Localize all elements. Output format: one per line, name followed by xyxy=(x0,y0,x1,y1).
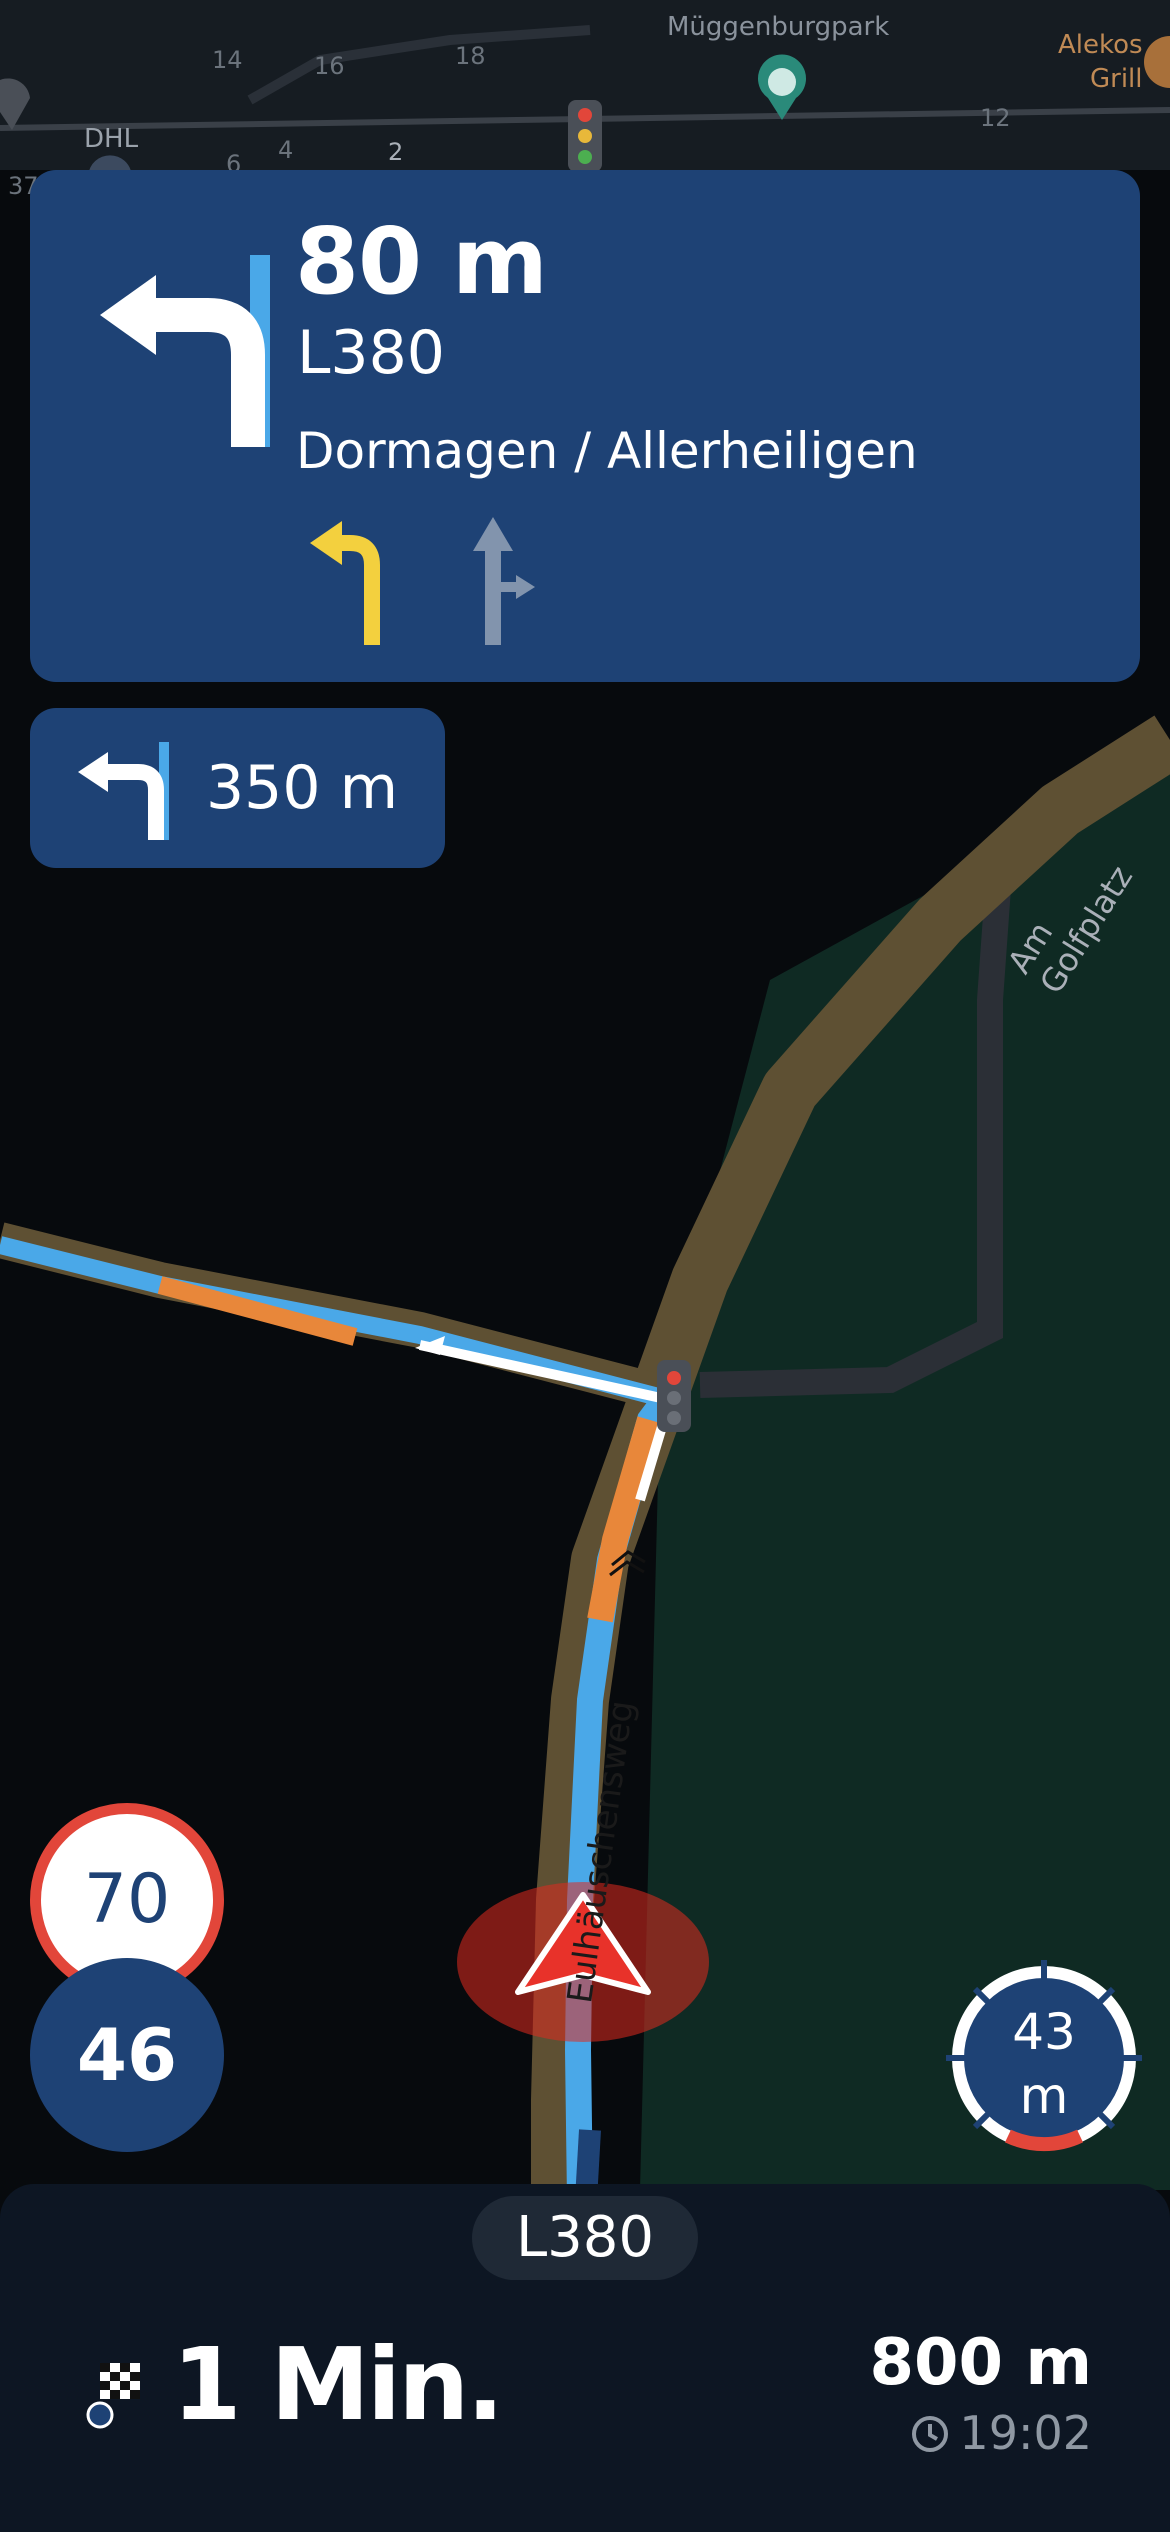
poi-label-restaurant: Alekos xyxy=(1058,30,1143,60)
route-summary-panel[interactable]: L380 1 Min. 800 m 19:02 xyxy=(0,2184,1170,2532)
current-speed-value: 46 xyxy=(76,2013,178,2097)
gps-accuracy-unit: m xyxy=(1019,2067,1069,2125)
next-maneuver-distance: 350 m xyxy=(206,753,399,823)
destination-flag-icon xyxy=(86,2363,140,2429)
traffic-light-icon xyxy=(657,1360,691,1432)
eta-duration: 1 Min. xyxy=(172,2326,504,2443)
house-number: 2 xyxy=(388,138,404,166)
maneuver-panel[interactable]: 80 m L380 Dormagen / Allerheiligen xyxy=(30,170,1140,682)
maneuver-direction: Dormagen / Allerheiligen xyxy=(296,422,918,480)
clock-icon xyxy=(912,2416,948,2452)
lane-left-icon xyxy=(310,521,380,645)
lane-straight-right-icon xyxy=(473,517,535,645)
turn-left-icon xyxy=(78,742,169,840)
maneuver-road: L380 xyxy=(297,318,445,388)
gps-accuracy-indicator[interactable]: 43 m xyxy=(946,1960,1142,2156)
arrival-time: 19:02 xyxy=(959,2406,1092,2460)
next-maneuver-chip[interactable]: 350 m xyxy=(30,708,445,868)
lane-guidance xyxy=(310,517,535,645)
house-number: 4 xyxy=(278,136,294,164)
current-speed-badge: 46 xyxy=(30,1958,224,2152)
poi-label-park: Müggenburgpark xyxy=(667,12,890,42)
house-number: 12 xyxy=(980,104,1011,132)
gps-accuracy-number: 43 xyxy=(1012,2003,1076,2061)
remaining-distance: 800 m xyxy=(869,2326,1092,2400)
traffic-light-icon xyxy=(568,100,602,172)
house-number: 14 xyxy=(212,46,243,74)
poi-label-dhl: DHL xyxy=(84,124,139,154)
turn-left-icon xyxy=(100,255,270,447)
poi-label-restaurant-line2: Grill xyxy=(1090,64,1143,94)
maneuver-distance: 80 m xyxy=(295,208,548,315)
house-number: 18 xyxy=(455,42,486,70)
current-road-chip: L380 xyxy=(472,2196,698,2280)
house-number: 16 xyxy=(314,52,345,80)
